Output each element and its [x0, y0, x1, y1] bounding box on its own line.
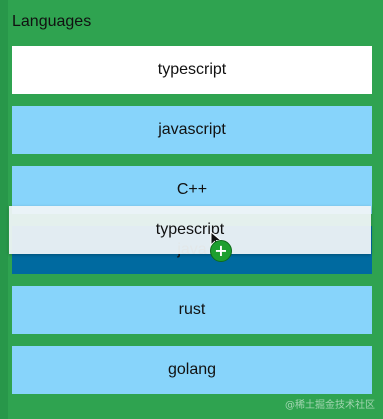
- list-item-javascript[interactable]: javascript: [12, 106, 372, 154]
- list-item-label: typescript: [157, 61, 227, 78]
- list-item-label: C++: [176, 181, 208, 198]
- left-edge-strip: [0, 0, 8, 419]
- watermark: @稀土掘金技术社区: [285, 400, 375, 411]
- page-title: Languages: [12, 13, 92, 30]
- list-item-label: javascript: [158, 121, 226, 138]
- list-item-label: rust: [178, 301, 206, 318]
- copy-add-icon: +: [210, 240, 232, 262]
- list-item-rust[interactable]: rust: [12, 286, 372, 334]
- list-item-typescript[interactable]: typescript: [12, 46, 372, 94]
- list-item-label: golang: [167, 361, 217, 378]
- list-item-golang[interactable]: golang: [12, 346, 372, 394]
- drag-ghost-item[interactable]: typescript: [9, 206, 371, 254]
